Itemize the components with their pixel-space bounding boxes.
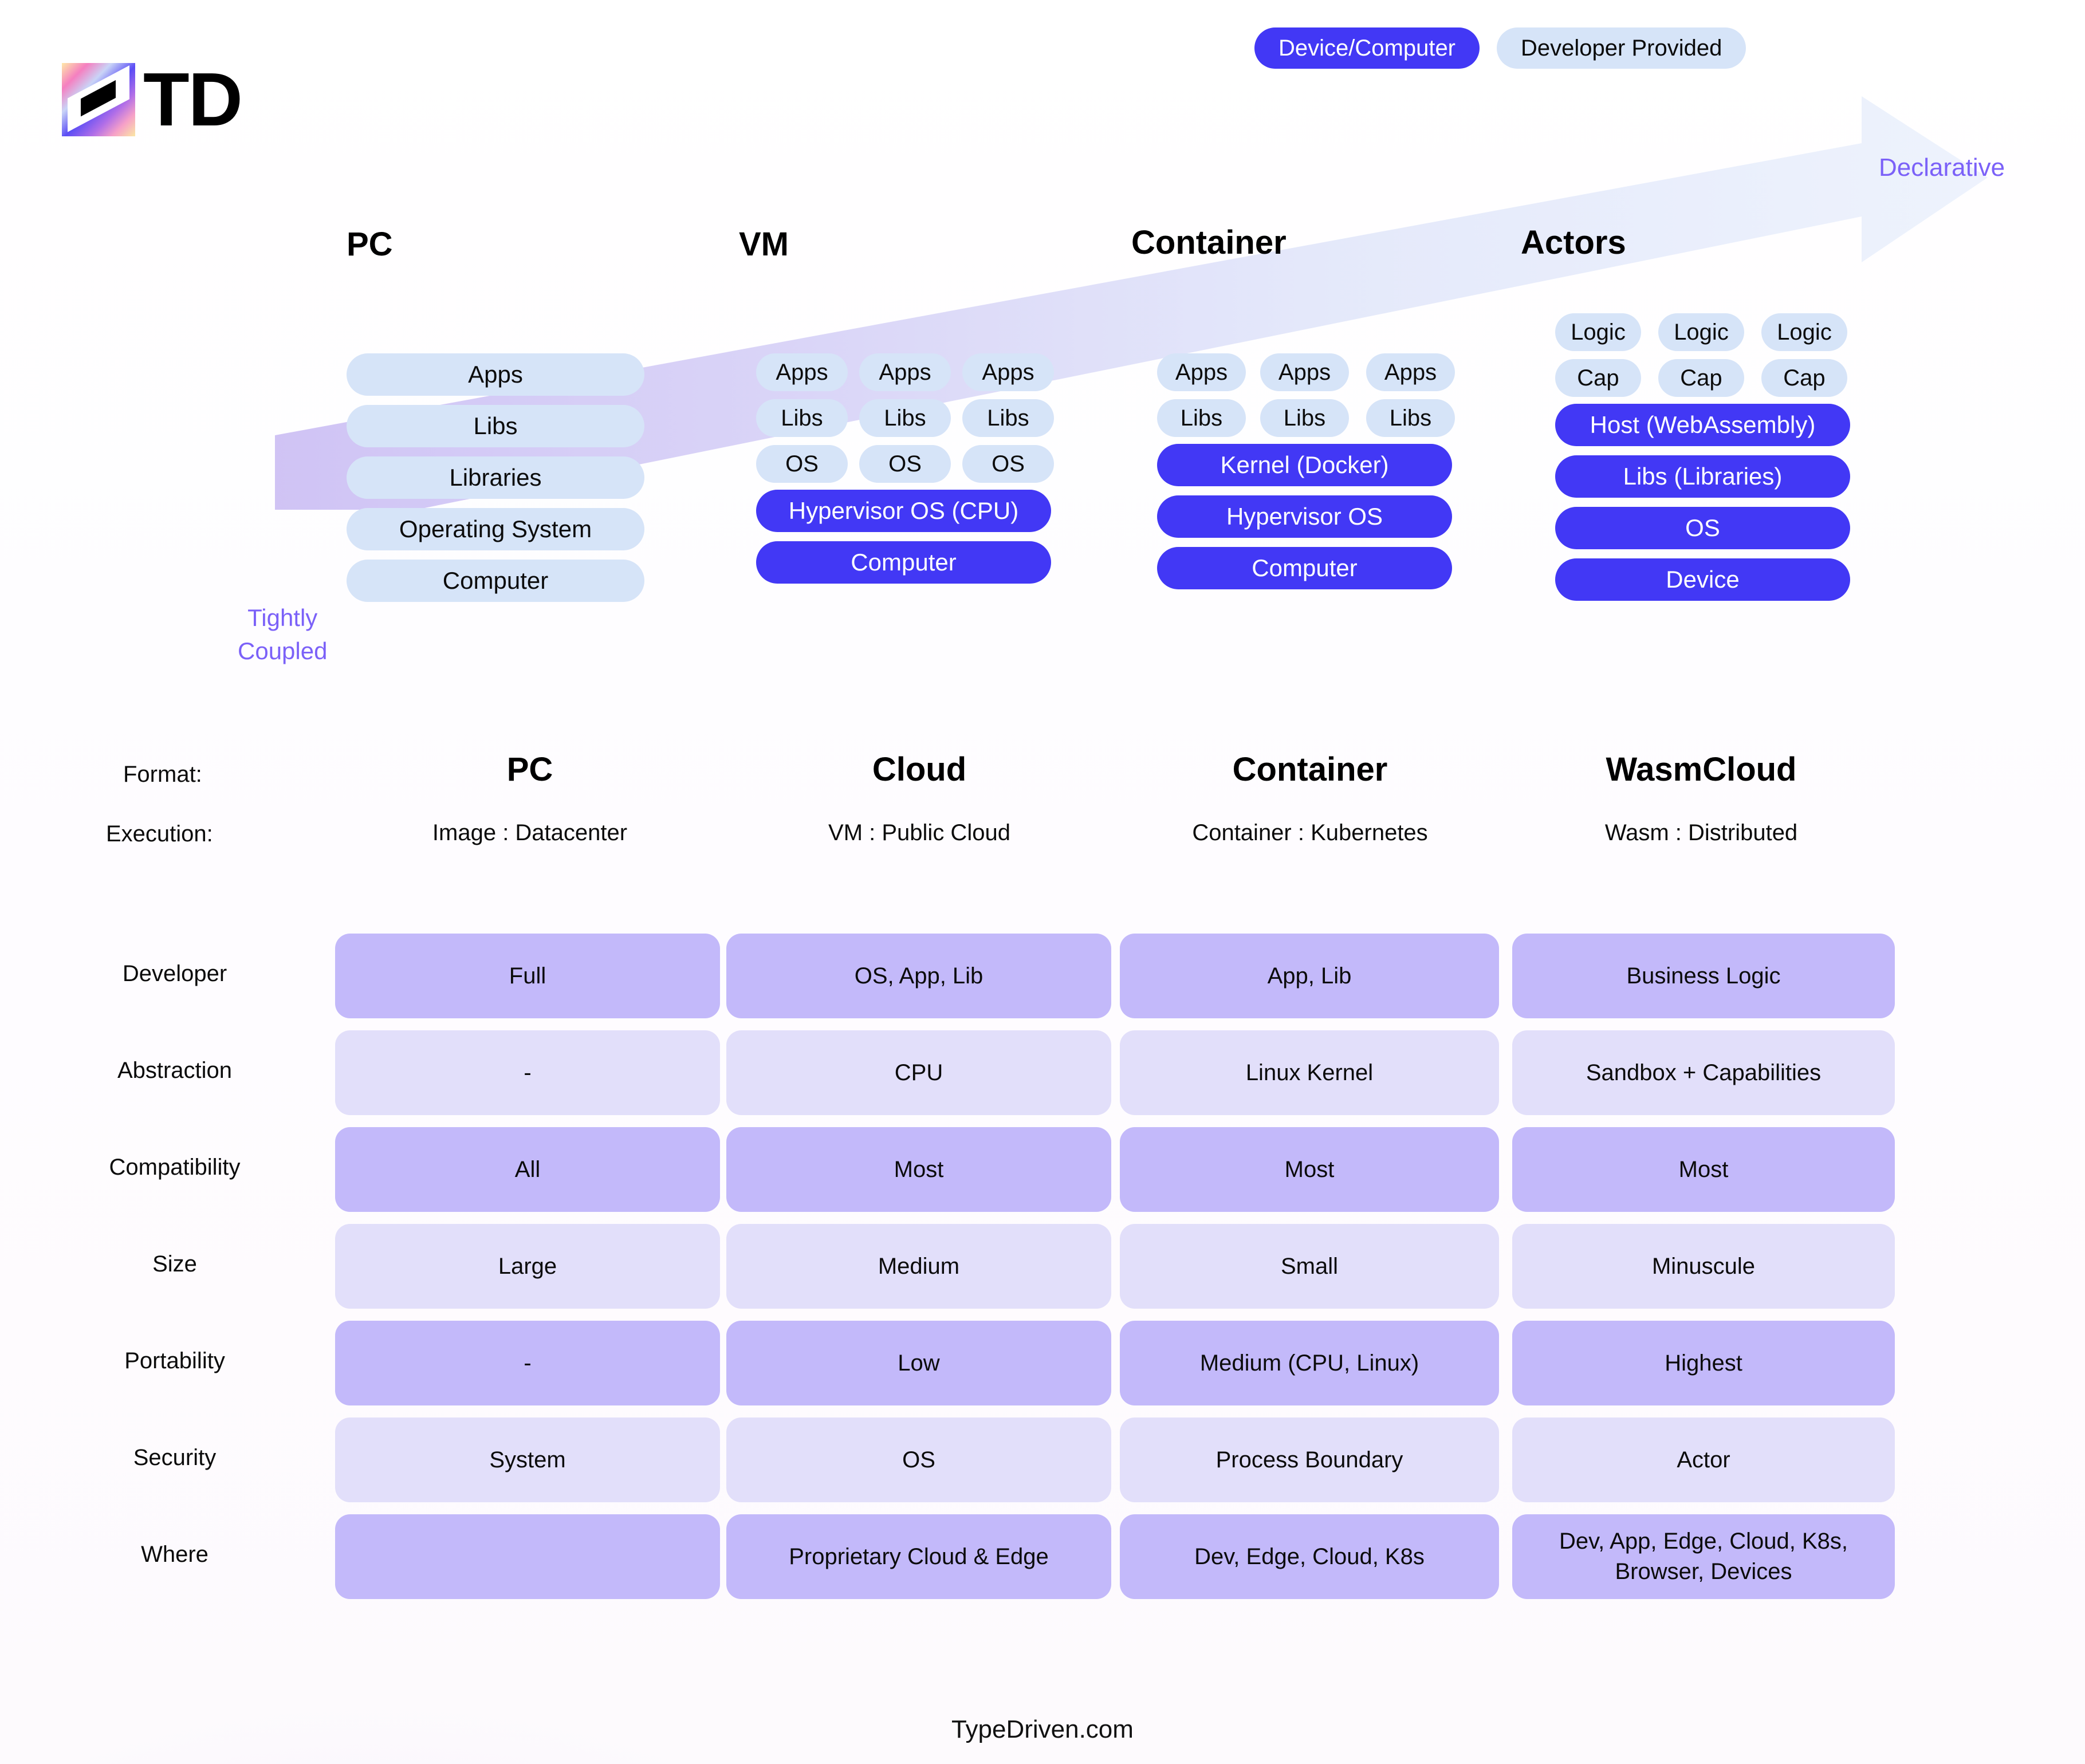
table-cell: -	[335, 1030, 720, 1115]
stack-sub-vm-0-2: OS	[756, 445, 848, 483]
table-cell: Dev, App, Edge, Cloud, K8s, Browser, Devi…	[1512, 1514, 1895, 1599]
table-cell: -	[335, 1321, 720, 1405]
stack-sub-actors-1-0: Logic	[1658, 313, 1744, 351]
table-cell: Minuscule	[1512, 1224, 1895, 1309]
execution-value-1: VM : Public Cloud	[828, 820, 1010, 845]
table-cell: Business Logic	[1512, 934, 1895, 1018]
table-row-label-developer: Developer	[122, 961, 227, 986]
stack-sub-container-1-1: Libs	[1260, 399, 1349, 437]
table-cell: Dev, Edge, Cloud, K8s	[1120, 1514, 1499, 1599]
format-value-1: Cloud	[872, 751, 967, 788]
table-cell: CPU	[726, 1030, 1111, 1115]
stack-sub-container-0-1: Libs	[1157, 399, 1246, 437]
stack-base-container-1: Hypervisor OS	[1157, 495, 1452, 538]
format-row-label: Format:	[123, 762, 202, 787]
table-cell: Linux Kernel	[1120, 1030, 1499, 1115]
stack-sub-vm-2-1: Libs	[962, 399, 1054, 437]
stack-base-actors-2: OS	[1555, 507, 1850, 549]
stack-base-actors-1: Libs (Libraries)	[1555, 455, 1850, 498]
stack-heading-actors: Actors	[1521, 224, 1626, 261]
stack-base-vm-1: Computer	[756, 541, 1051, 584]
stack-layer-pc-1: Libs	[347, 405, 644, 447]
table-row-label-compatibility: Compatibility	[109, 1155, 241, 1180]
table-cell: Full	[335, 934, 720, 1018]
format-value-2: Container	[1232, 751, 1388, 788]
stack-sub-vm-1-0: Apps	[859, 353, 951, 391]
table-cell: Highest	[1512, 1321, 1895, 1405]
table-row-label-abstraction: Abstraction	[117, 1058, 233, 1083]
table-row-label-security: Security	[133, 1445, 217, 1470]
stack-sub-vm-2-2: OS	[962, 445, 1054, 483]
stack-layer-pc-3: Operating System	[347, 508, 644, 550]
table-row-label-portability: Portability	[124, 1348, 225, 1373]
legend-badge-developer: Developer Provided	[1497, 27, 1746, 69]
execution-value-3: Wasm : Distributed	[1604, 820, 1798, 845]
stack-sub-vm-0-1: Libs	[756, 399, 848, 437]
table-cell: System	[335, 1418, 720, 1502]
stack-base-actors-3: Device	[1555, 558, 1850, 601]
table-cell: Medium (CPU, Linux)	[1120, 1321, 1499, 1405]
stack-sub-vm-1-1: Libs	[859, 399, 951, 437]
execution-value-0: Image : Datacenter	[432, 820, 628, 845]
table-cell: Medium	[726, 1224, 1111, 1309]
stack-heading-vm: VM	[739, 226, 789, 263]
stack-base-container-2: Computer	[1157, 547, 1452, 589]
table-cell: App, Lib	[1120, 934, 1499, 1018]
stack-sub-container-2-0: Apps	[1366, 353, 1455, 391]
stack-layer-pc-0: Apps	[347, 353, 644, 396]
declarative-label: Declarative	[1879, 153, 2005, 182]
execution-row-label: Execution:	[106, 821, 213, 846]
stack-sub-vm-1-2: OS	[859, 445, 951, 483]
table-cell: Most	[1120, 1127, 1499, 1212]
stack-sub-actors-2-1: Cap	[1761, 359, 1847, 397]
table-cell: Low	[726, 1321, 1111, 1405]
stack-base-container-0: Kernel (Docker)	[1157, 444, 1452, 486]
table-cell: OS	[726, 1418, 1111, 1502]
table-cell: Proprietary Cloud & Edge	[726, 1514, 1111, 1599]
legend-badge-device: Device/Computer	[1254, 27, 1480, 69]
stack-sub-actors-0-0: Logic	[1555, 313, 1641, 351]
table-row-label-where: Where	[141, 1542, 208, 1567]
table-row-label-size: Size	[152, 1251, 197, 1277]
stack-sub-actors-1-1: Cap	[1658, 359, 1744, 397]
stack-base-vm-0: Hypervisor OS (CPU)	[756, 490, 1051, 532]
stack-sub-vm-2-0: Apps	[962, 353, 1054, 391]
table-cell: Small	[1120, 1224, 1499, 1309]
table-cell: Sandbox + Capabilities	[1512, 1030, 1895, 1115]
stack-sub-actors-2-0: Logic	[1761, 313, 1847, 351]
table-cell	[335, 1514, 720, 1599]
stack-sub-container-2-1: Libs	[1366, 399, 1455, 437]
stack-sub-vm-0-0: Apps	[756, 353, 848, 391]
footer-site: TypeDriven.com	[951, 1715, 1134, 1743]
stack-base-actors-0: Host (WebAssembly)	[1555, 404, 1850, 446]
stack-layer-pc-4: Computer	[347, 560, 644, 602]
execution-value-2: Container : Kubernetes	[1192, 820, 1428, 845]
legend: Device/Computer Developer Provided	[1254, 27, 1746, 69]
table-cell: All	[335, 1127, 720, 1212]
stack-sub-container-1-0: Apps	[1260, 353, 1349, 391]
stack-heading-container: Container	[1131, 224, 1287, 261]
stack-sub-actors-0-1: Cap	[1555, 359, 1641, 397]
stack-sub-container-0-0: Apps	[1157, 353, 1246, 391]
table-cell: Most	[726, 1127, 1111, 1212]
stack-heading-pc: PC	[347, 226, 393, 263]
table-cell: OS, App, Lib	[726, 934, 1111, 1018]
table-cell: Actor	[1512, 1418, 1895, 1502]
format-value-3: WasmCloud	[1606, 751, 1797, 788]
table-cell: Most	[1512, 1127, 1895, 1212]
table-cell: Process Boundary	[1120, 1418, 1499, 1502]
table-cell: Large	[335, 1224, 720, 1309]
stack-layer-pc-2: Libraries	[347, 456, 644, 499]
tightly-coupled-label: Tightly Coupled	[238, 604, 328, 664]
format-value-0: PC	[506, 751, 553, 788]
